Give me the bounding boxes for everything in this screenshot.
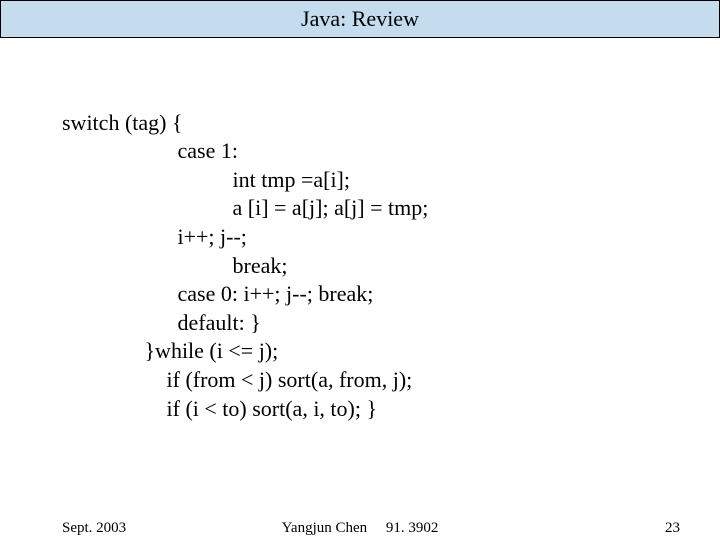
code-content: switch (tag) { case 1: int tmp =a[i]; a …: [62, 80, 428, 423]
code-line: if (i < to) sort(a, i, to); }: [62, 396, 377, 421]
code-line: i++; j--;: [62, 224, 247, 249]
code-line: }while (i <= j);: [62, 338, 278, 363]
code-line: break;: [62, 253, 287, 278]
title-bar: Java: Review: [0, 0, 720, 38]
code-line: a [i] = a[j]; a[j] = tmp;: [62, 195, 428, 220]
code-line: switch (tag) {: [62, 110, 183, 135]
footer-center: Yangjun Chen 91. 3902: [0, 520, 720, 537]
code-line: case 1:: [62, 138, 238, 163]
code-line: int tmp =a[i];: [62, 167, 350, 192]
code-line: default: }: [62, 310, 261, 335]
footer-page: 23: [665, 520, 680, 537]
code-line: if (from < j) sort(a, from, j);: [62, 367, 412, 392]
footer-author: Yangjun Chen: [282, 520, 368, 536]
slide-title: Java: Review: [301, 6, 419, 32]
footer-course: 91. 3902: [386, 520, 439, 536]
code-line: case 0: i++; j--; break;: [62, 281, 373, 306]
